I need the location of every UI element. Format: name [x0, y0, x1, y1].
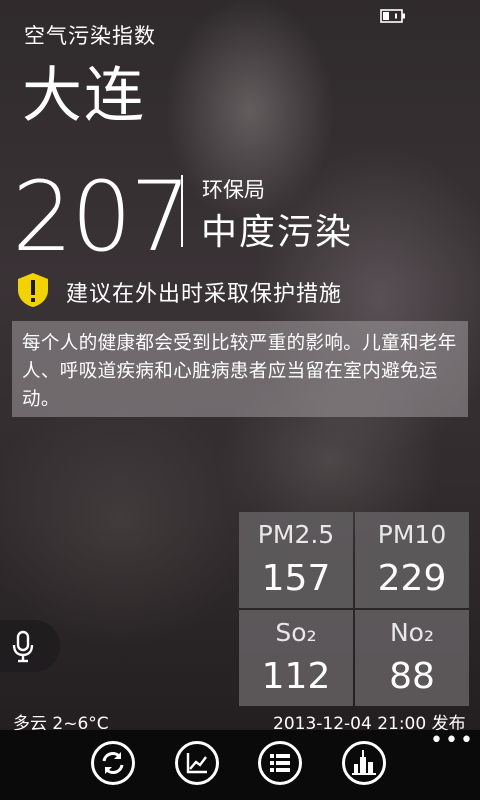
pollutant-label: No₂ — [389, 618, 435, 647]
list-icon — [270, 754, 290, 772]
pollution-level: 中度污染 — [201, 212, 354, 253]
trend-button[interactable] — [175, 741, 219, 785]
pollutant-value: 112 — [261, 656, 331, 697]
pollutant-cell-no2: No₂ 88 — [355, 610, 469, 706]
microphone-icon — [12, 630, 34, 663]
city-name[interactable]: 大连 — [22, 58, 146, 134]
pollutant-cell-pm10: PM10 229 — [355, 512, 469, 608]
pollutant-value: 88 — [389, 656, 435, 697]
refresh-button[interactable] — [91, 741, 135, 785]
pollutant-label: So₂ — [275, 618, 317, 647]
city-icon — [352, 750, 376, 775]
voice-button[interactable] — [0, 620, 60, 672]
aqi-value: 207 — [12, 161, 191, 273]
battery-charging-icon — [380, 9, 405, 23]
more-menu-button[interactable]: ••• — [430, 730, 475, 752]
list-button[interactable] — [258, 741, 302, 785]
app-title: 空气污染指数 — [24, 24, 156, 48]
pollutant-label: PM2.5 — [257, 520, 335, 549]
protection-advice: 建议在外出时采取保护措施 — [66, 282, 343, 307]
trend-chart-icon — [186, 753, 207, 774]
data-source: 环保局 — [202, 178, 265, 202]
health-note: 每个人的健康都会受到比较严重的影响。儿童和老年人、呼吸道疾病和心脏病患者应当留在… — [12, 321, 468, 417]
pollutant-cell-so2: So₂ 112 — [239, 610, 353, 706]
aqi-divider — [181, 175, 183, 247]
pollutant-value: 157 — [261, 558, 331, 599]
pollutant-value: 229 — [377, 558, 447, 599]
pollutant-cell-pm25: PM2.5 157 — [239, 512, 353, 608]
refresh-icon — [102, 752, 124, 774]
city-button[interactable] — [342, 741, 386, 785]
app-bar — [0, 730, 480, 800]
pollutant-label: PM10 — [377, 520, 447, 549]
warning-shield-icon — [18, 273, 48, 307]
pollutant-grid: PM2.5 157 PM10 229 So₂ 112 No₂ 88 — [239, 512, 469, 706]
